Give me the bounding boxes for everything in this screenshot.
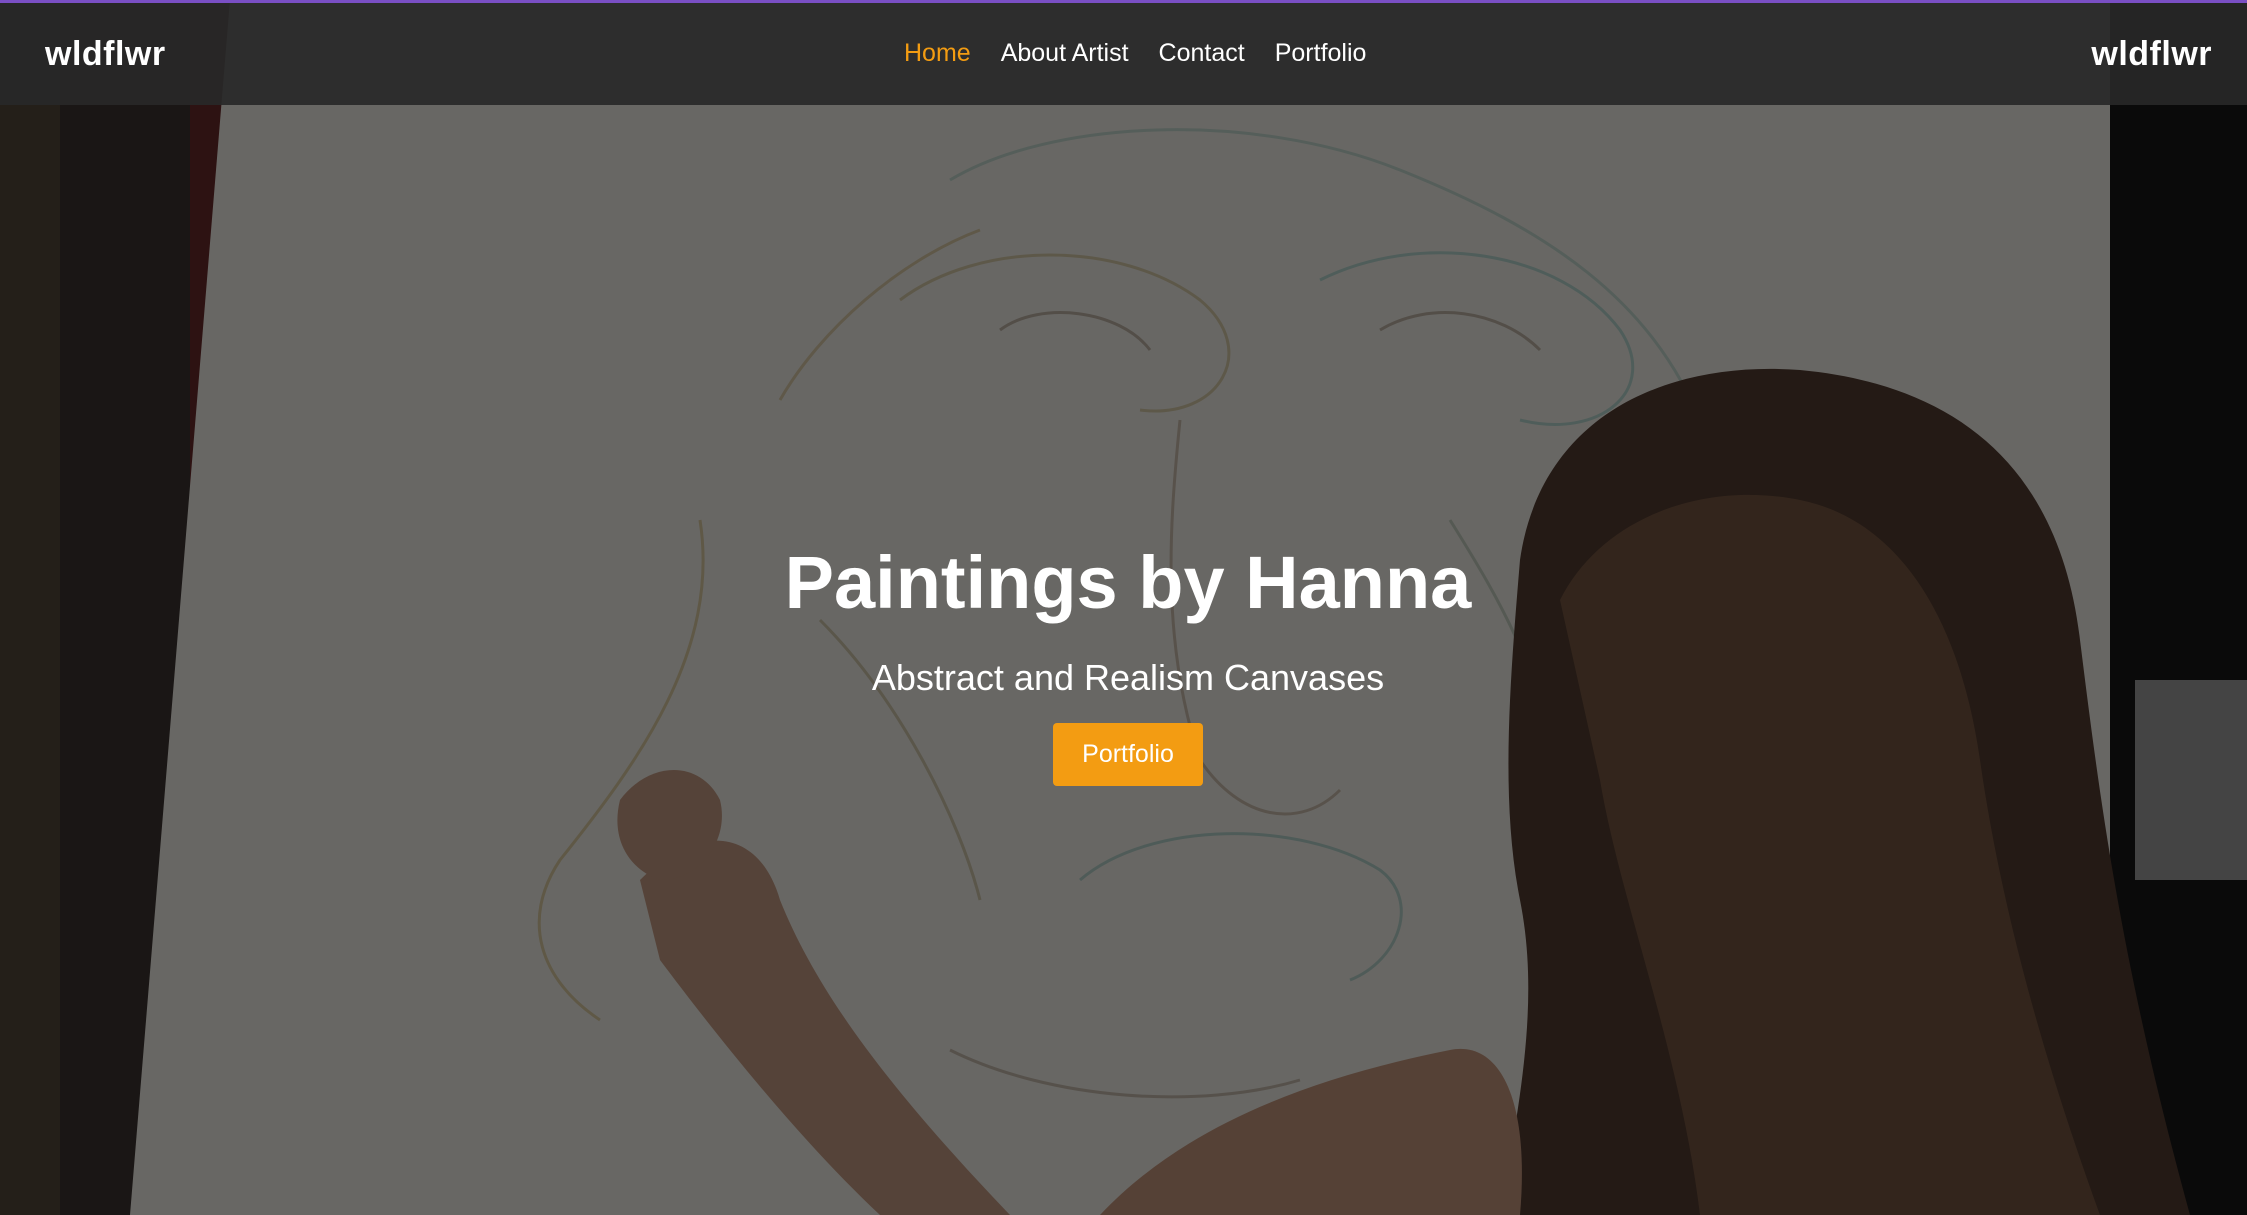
nav-link-about-artist[interactable]: About Artist bbox=[1001, 39, 1129, 67]
top-navbar: wldflwr Home About Artist Contact Portfo… bbox=[0, 3, 2247, 105]
nav-link-portfolio[interactable]: Portfolio bbox=[1275, 39, 1367, 67]
nav-menu: Home About Artist Contact Portfolio bbox=[904, 39, 1366, 68]
nav-item-about-artist: About Artist bbox=[1001, 39, 1129, 68]
top-accent-line bbox=[0, 0, 2247, 3]
hero-section: Paintings by Hanna Abstract and Realism … bbox=[0, 540, 2247, 787]
nav-link-contact[interactable]: Contact bbox=[1159, 39, 1245, 67]
nav-item-portfolio: Portfolio bbox=[1275, 39, 1367, 68]
portfolio-button[interactable]: Portfolio bbox=[1053, 723, 1203, 787]
nav-item-contact: Contact bbox=[1159, 39, 1245, 68]
brand-logo-left[interactable]: wldflwr bbox=[45, 35, 166, 74]
page: wldflwr Home About Artist Contact Portfo… bbox=[0, 0, 2247, 1215]
hero-subtitle: Abstract and Realism Canvases bbox=[871, 657, 1385, 699]
nav-link-home[interactable]: Home bbox=[904, 39, 971, 67]
brand-logo-right[interactable]: wldflwr bbox=[2091, 35, 2212, 74]
hero-title: Paintings by Hanna bbox=[784, 541, 1472, 624]
nav-item-home: Home bbox=[904, 39, 971, 68]
